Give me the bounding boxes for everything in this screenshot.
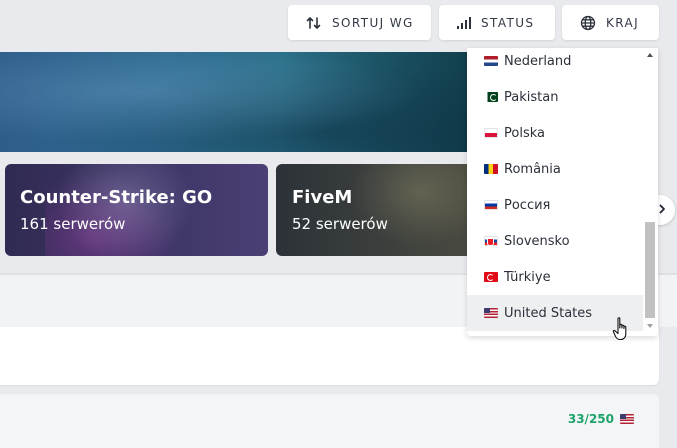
dropdown-item-label: România [504, 161, 561, 177]
game-card-csgo[interactable]: Counter-Strike: GO 161 serwerów [5, 164, 268, 256]
hand-cursor-icon [612, 317, 627, 341]
dropdown-item-label: Slovensko [504, 233, 570, 249]
dropdown-item-romania[interactable]: România [467, 151, 643, 187]
pl-flag-icon [484, 128, 498, 138]
scroll-up-arrow-icon[interactable] [647, 53, 653, 57]
server-count: 52 serwerów [292, 215, 388, 233]
sort-arrows-icon [306, 15, 322, 31]
ru-flag-icon [484, 200, 498, 210]
hero-banner [0, 52, 470, 152]
dropdown-item-label: Türkiye [504, 269, 551, 285]
scroll-down-arrow-icon[interactable] [647, 324, 653, 328]
dropdown-item-nederland[interactable]: Nederland [467, 48, 643, 79]
dropdown-item-label: Pakistan [504, 89, 559, 105]
game-title: FiveM [292, 187, 353, 208]
game-title: Counter-Strike: GO [20, 187, 213, 208]
nl-flag-icon [484, 56, 498, 66]
dropdown-item-pakistan[interactable]: Pakistan [467, 79, 643, 115]
ro-flag-icon [484, 164, 498, 174]
status-button-label: STATUS [481, 15, 535, 30]
server-count: 161 serwerów [20, 215, 126, 233]
globe-icon [580, 15, 596, 31]
us-flag-icon [484, 308, 498, 318]
dropdown-item-label: Nederland [504, 53, 572, 69]
us-flag-icon [620, 414, 634, 424]
sk-flag-icon [484, 236, 498, 246]
player-count-text: 33/250 [567, 412, 614, 426]
dropdown-item-polska[interactable]: Polska [467, 115, 643, 151]
player-count: 33/250 [568, 412, 634, 426]
scroll-thumb[interactable] [645, 222, 655, 318]
status-button[interactable]: STATUS [439, 5, 555, 40]
tr-flag-icon [484, 272, 498, 282]
card-artwork [336, 164, 476, 256]
dropdown-item-label: Polska [504, 125, 545, 141]
dropdown-item-label: Россия [504, 197, 551, 213]
chevron-right-icon [659, 201, 666, 219]
signal-bars-icon [457, 16, 471, 29]
pk-flag-icon [484, 92, 498, 102]
server-row[interactable]: 33/250 [0, 394, 659, 448]
dropdown-item-label: United States [504, 305, 593, 321]
sort-button-label: SORTUJ WG [332, 15, 414, 30]
dropdown-item-slovensko[interactable]: Slovensko [467, 223, 643, 259]
card-artwork [45, 164, 205, 256]
dropdown-item-rossiya[interactable]: Россия [467, 187, 643, 223]
dropdown-scrollbar[interactable] [643, 48, 657, 336]
country-button[interactable]: KRAJ [562, 5, 659, 40]
country-button-label: KRAJ [606, 15, 640, 30]
game-card-fivem[interactable]: FiveM 52 serwerów [276, 164, 476, 256]
sort-button[interactable]: SORTUJ WG [288, 5, 431, 40]
dropdown-item-turkiye[interactable]: Türkiye [467, 259, 643, 295]
country-dropdown[interactable]: Nederland Pakistan Polska România Россия… [467, 48, 658, 336]
